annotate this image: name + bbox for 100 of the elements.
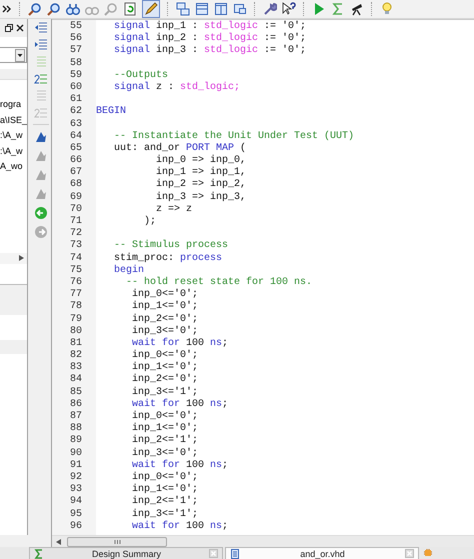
- uncomment-icon[interactable]: [34, 73, 48, 85]
- code-line: stim_proc: process: [113, 252, 222, 264]
- line-number: 77: [68, 289, 82, 301]
- horizontal-scrollbar[interactable]: [52, 535, 474, 547]
- code-line: inp_2 => inp_2,: [155, 179, 246, 192]
- code-line: inp_3<='1';: [131, 386, 198, 398]
- code-line: inp_0<='0';: [131, 472, 198, 484]
- line-number: 68: [68, 179, 82, 192]
- code-line: -- hold reset state for 100 ns.: [125, 276, 312, 288]
- code-line: inp_1<='0';: [131, 301, 198, 314]
- line-number: 57: [68, 45, 82, 58]
- line-number: 71: [68, 216, 82, 228]
- line-number: 94: [68, 496, 82, 508]
- line-number: 82: [68, 350, 82, 362]
- line-number: 89: [68, 435, 82, 448]
- line-number: 88: [68, 423, 82, 435]
- code-line: signal inp_2 : std_logic := '0';: [113, 33, 306, 44]
- line-number: 58: [68, 58, 82, 70]
- line-number: 72: [68, 228, 82, 240]
- line-number: 73: [68, 240, 82, 253]
- line-number: 80: [68, 326, 82, 338]
- line-number: 84: [68, 374, 82, 387]
- code-line: inp_2<='0';: [131, 374, 198, 386]
- code-line: inp_3<='0';: [131, 448, 198, 460]
- line-number: 55: [68, 21, 82, 33]
- code-line: inp_0 => inp_0,: [155, 155, 246, 166]
- code-line: signal inp_3 : std_logic := '0';: [113, 45, 306, 58]
- code-line: wait for 100 ns;: [131, 460, 228, 472]
- line-number: 70: [68, 204, 82, 216]
- refresh-icon[interactable]: [123, 2, 137, 16]
- zoom-fit-icon[interactable]: [66, 2, 80, 16]
- scroll-right-icon[interactable]: [19, 255, 24, 261]
- code-line: wait for 100 ns;: [131, 338, 228, 350]
- code-line: wait for 100 ns;: [131, 398, 228, 410]
- file-path[interactable]: a\ISE_: [0, 114, 27, 126]
- back-icon[interactable]: [34, 206, 48, 220]
- line-number: 66: [68, 155, 82, 167]
- code-line: inp_1<='0';: [131, 484, 198, 496]
- sigma-icon: [34, 548, 44, 558]
- line-number: 75: [68, 264, 82, 277]
- line-number: 91: [68, 460, 82, 472]
- edit-tool-button[interactable]: [142, 0, 160, 18]
- code-line: inp_3<='1';: [131, 508, 198, 520]
- line-number: 90: [68, 448, 82, 460]
- float-icon[interactable]: [5, 24, 13, 32]
- code-line: );: [143, 216, 156, 228]
- code-line: -- Stimulus process: [113, 240, 228, 252]
- editor-tab[interactable]: and_or.vhd: [225, 547, 419, 559]
- chip-icon[interactable]: [423, 548, 433, 558]
- code-line: inp_1 => inp_1,: [155, 167, 246, 178]
- line-number: 96: [68, 520, 82, 533]
- line-number: 92: [68, 472, 82, 484]
- telescope-icon[interactable]: [350, 2, 364, 16]
- line-number: 61: [68, 94, 82, 106]
- code-line: --Outputs: [113, 70, 168, 82]
- zoom-out-icon[interactable]: [47, 2, 61, 16]
- line-number: 95: [68, 508, 82, 521]
- line-number: 93: [68, 484, 82, 496]
- code-line: inp_2<='0';: [131, 314, 198, 326]
- help-cursor-icon[interactable]: [282, 2, 296, 16]
- zoom-in-icon[interactable]: [28, 2, 42, 16]
- code-line: inp_1<='0';: [131, 362, 198, 374]
- scrollbar[interactable]: [0, 252, 27, 264]
- code-line: z => z: [155, 204, 192, 216]
- line-number: 76: [68, 276, 82, 289]
- line-number: 86: [68, 398, 82, 411]
- line-number: 65: [68, 142, 82, 155]
- window-icon[interactable]: [233, 2, 247, 16]
- code-line: BEGIN: [96, 106, 126, 118]
- line-number: 69: [68, 192, 82, 204]
- line-number: 56: [68, 33, 82, 45]
- code-line: inp_0<='0';: [131, 350, 198, 362]
- close-icon[interactable]: [16, 24, 24, 32]
- scroll-left-icon[interactable]: [56, 538, 61, 544]
- code-line: signal inp_1 : std_logic := '0';: [113, 21, 306, 32]
- line-number: 81: [68, 338, 82, 350]
- editor-tab[interactable]: Design Summary: [29, 547, 223, 559]
- file-path[interactable]: A_wo: [0, 160, 27, 172]
- scroll-thumb[interactable]: [67, 536, 167, 546]
- line-number: 59: [68, 70, 82, 82]
- indent-icon[interactable]: [34, 22, 48, 34]
- wrench-icon[interactable]: [263, 2, 277, 16]
- tile-horizontal-icon[interactable]: [195, 2, 209, 16]
- line-number: 79: [68, 314, 82, 326]
- run-icon[interactable]: [312, 2, 326, 16]
- line-number: 67: [68, 167, 82, 179]
- tile-vertical-icon[interactable]: [214, 2, 228, 16]
- line-number: 60: [68, 82, 82, 94]
- file-path[interactable]: :\A_w: [0, 129, 27, 142]
- line-number: 78: [68, 301, 82, 314]
- file-path[interactable]: :\A_w: [0, 144, 27, 157]
- outdent-icon[interactable]: [34, 39, 48, 51]
- line-number: 74: [68, 252, 82, 265]
- line-number: 85: [68, 386, 82, 399]
- code-line: inp_0<='0';: [131, 411, 198, 422]
- file-path[interactable]: rogra: [0, 98, 27, 110]
- cascade-windows-icon[interactable]: [176, 2, 190, 16]
- line-number: 62: [68, 106, 82, 118]
- line-number: 63: [68, 118, 82, 131]
- code-line: inp_3 => inp_3,: [155, 192, 246, 204]
